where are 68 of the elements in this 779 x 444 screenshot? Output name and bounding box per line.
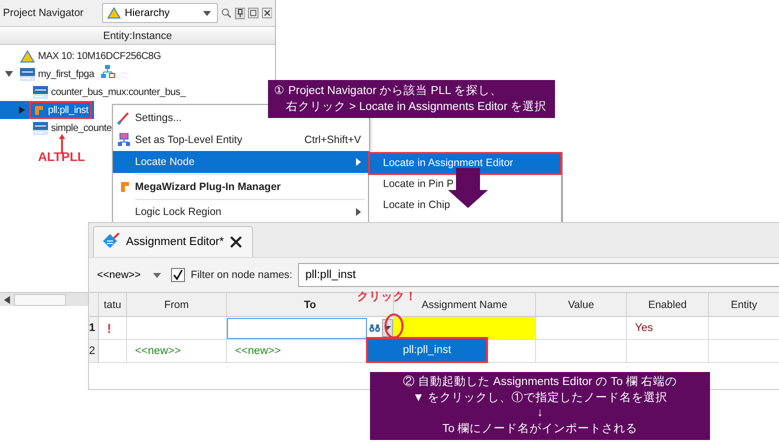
row-number: 2 (89, 340, 99, 363)
table-cell: <<new>> (127, 340, 227, 363)
table-cell: ! (99, 317, 127, 340)
restore-icon[interactable] (248, 7, 259, 19)
pencil-icon (117, 111, 131, 125)
row-number: 1 (89, 317, 99, 340)
entity-icon (33, 86, 48, 98)
menu-item[interactable]: MegaWizard Plug-In Manager (113, 176, 289, 198)
filter-label: Filter on node names: (190, 269, 292, 281)
callout-text: To 欄にノード名がインポートされる (442, 422, 638, 436)
scrollbar-thumb[interactable] (14, 294, 66, 306)
callout-text: ① Project Navigator から該当 PLL を探し、 (274, 83, 504, 99)
menu-item[interactable]: Locate in Chip (369, 195, 561, 216)
filter-field[interactable]: pll:pll_inst (298, 263, 779, 287)
annotation-label: ALTPLL (38, 150, 85, 164)
column-header: Entity:Instance (0, 28, 275, 45)
click-label: クリック！ (357, 290, 417, 304)
menu-item[interactable]: Locate in Assignment Editor (369, 153, 561, 174)
collapsed-arrow-icon[interactable] (19, 106, 25, 114)
editor-icon (102, 233, 120, 251)
panel-title: Project Navigator (3, 7, 85, 19)
column-header[interactable]: Assignment Name (422, 298, 508, 310)
down-arrow (448, 168, 488, 208)
checkmark-icon (172, 270, 183, 280)
scroll-left-arrow-icon[interactable] (4, 296, 10, 304)
column-header[interactable]: Enabled (648, 298, 687, 310)
column-header[interactable]: Value (568, 298, 594, 310)
to-field[interactable] (227, 318, 367, 338)
block-icon (33, 104, 45, 116)
column-header[interactable]: Entity (730, 298, 758, 310)
close-icon[interactable] (230, 236, 242, 248)
shortcut-label: Ctrl+Shift+V (304, 134, 361, 146)
entity-icon (20, 68, 35, 80)
search-icon[interactable] (221, 7, 232, 19)
column-header[interactable]: tatu (104, 298, 122, 310)
tree-item[interactable]: pll:pll_inst (0, 101, 94, 119)
close-icon[interactable] (262, 7, 272, 19)
caret-icon (203, 10, 212, 16)
expanded-arrow-icon[interactable] (5, 71, 13, 77)
tree-item[interactable]: counter_bus_mux:counter_bus_ (0, 83, 192, 101)
callout-text: ↓ (537, 406, 543, 421)
callout-text: ▼ をクリックし、①で指定したノード名を選択 (412, 390, 668, 406)
caret-icon (384, 326, 392, 330)
callout-text: 右クリック > Locate in Assignments Editor を選択 (285, 100, 547, 115)
caret-icon (152, 272, 161, 278)
editor-tab[interactable]: Assignment Editor* (93, 226, 253, 257)
pin-icon[interactable] (234, 6, 246, 20)
column-header[interactable]: From (164, 298, 189, 310)
new-dropdown[interactable]: <<new>> (95, 269, 165, 281)
column-header[interactable]: To (304, 298, 316, 310)
table-cell: Yes (627, 317, 709, 340)
menu-item[interactable]: Locate in Pin P (369, 174, 561, 195)
block-icon (118, 181, 130, 193)
menu-item[interactable]: Logic Lock Region (113, 201, 369, 223)
dropdown-option[interactable]: pll:pll_inst (368, 339, 486, 361)
menu-item[interactable]: Locate Node (113, 151, 369, 173)
hierarchy-icon (118, 133, 130, 147)
binoculars-icon[interactable] (369, 322, 380, 334)
view-dropdown[interactable]: Hierarchy (102, 3, 218, 23)
tree-item[interactable]: my_first_fpga (0, 65, 118, 83)
horizontal-scrollbar[interactable] (0, 292, 88, 306)
annotation-circle (384, 313, 404, 339)
annotation-arrow (57, 134, 67, 154)
tree-item[interactable]: MAX 10: 10M16DCF256C8G (0, 47, 167, 65)
table-cell (99, 340, 127, 363)
entity-icon (33, 122, 48, 134)
callout-text: ② 自動起動した Assignments Editor の To 欄 右端の (402, 375, 678, 390)
filter-checkbox[interactable] (170, 268, 185, 282)
